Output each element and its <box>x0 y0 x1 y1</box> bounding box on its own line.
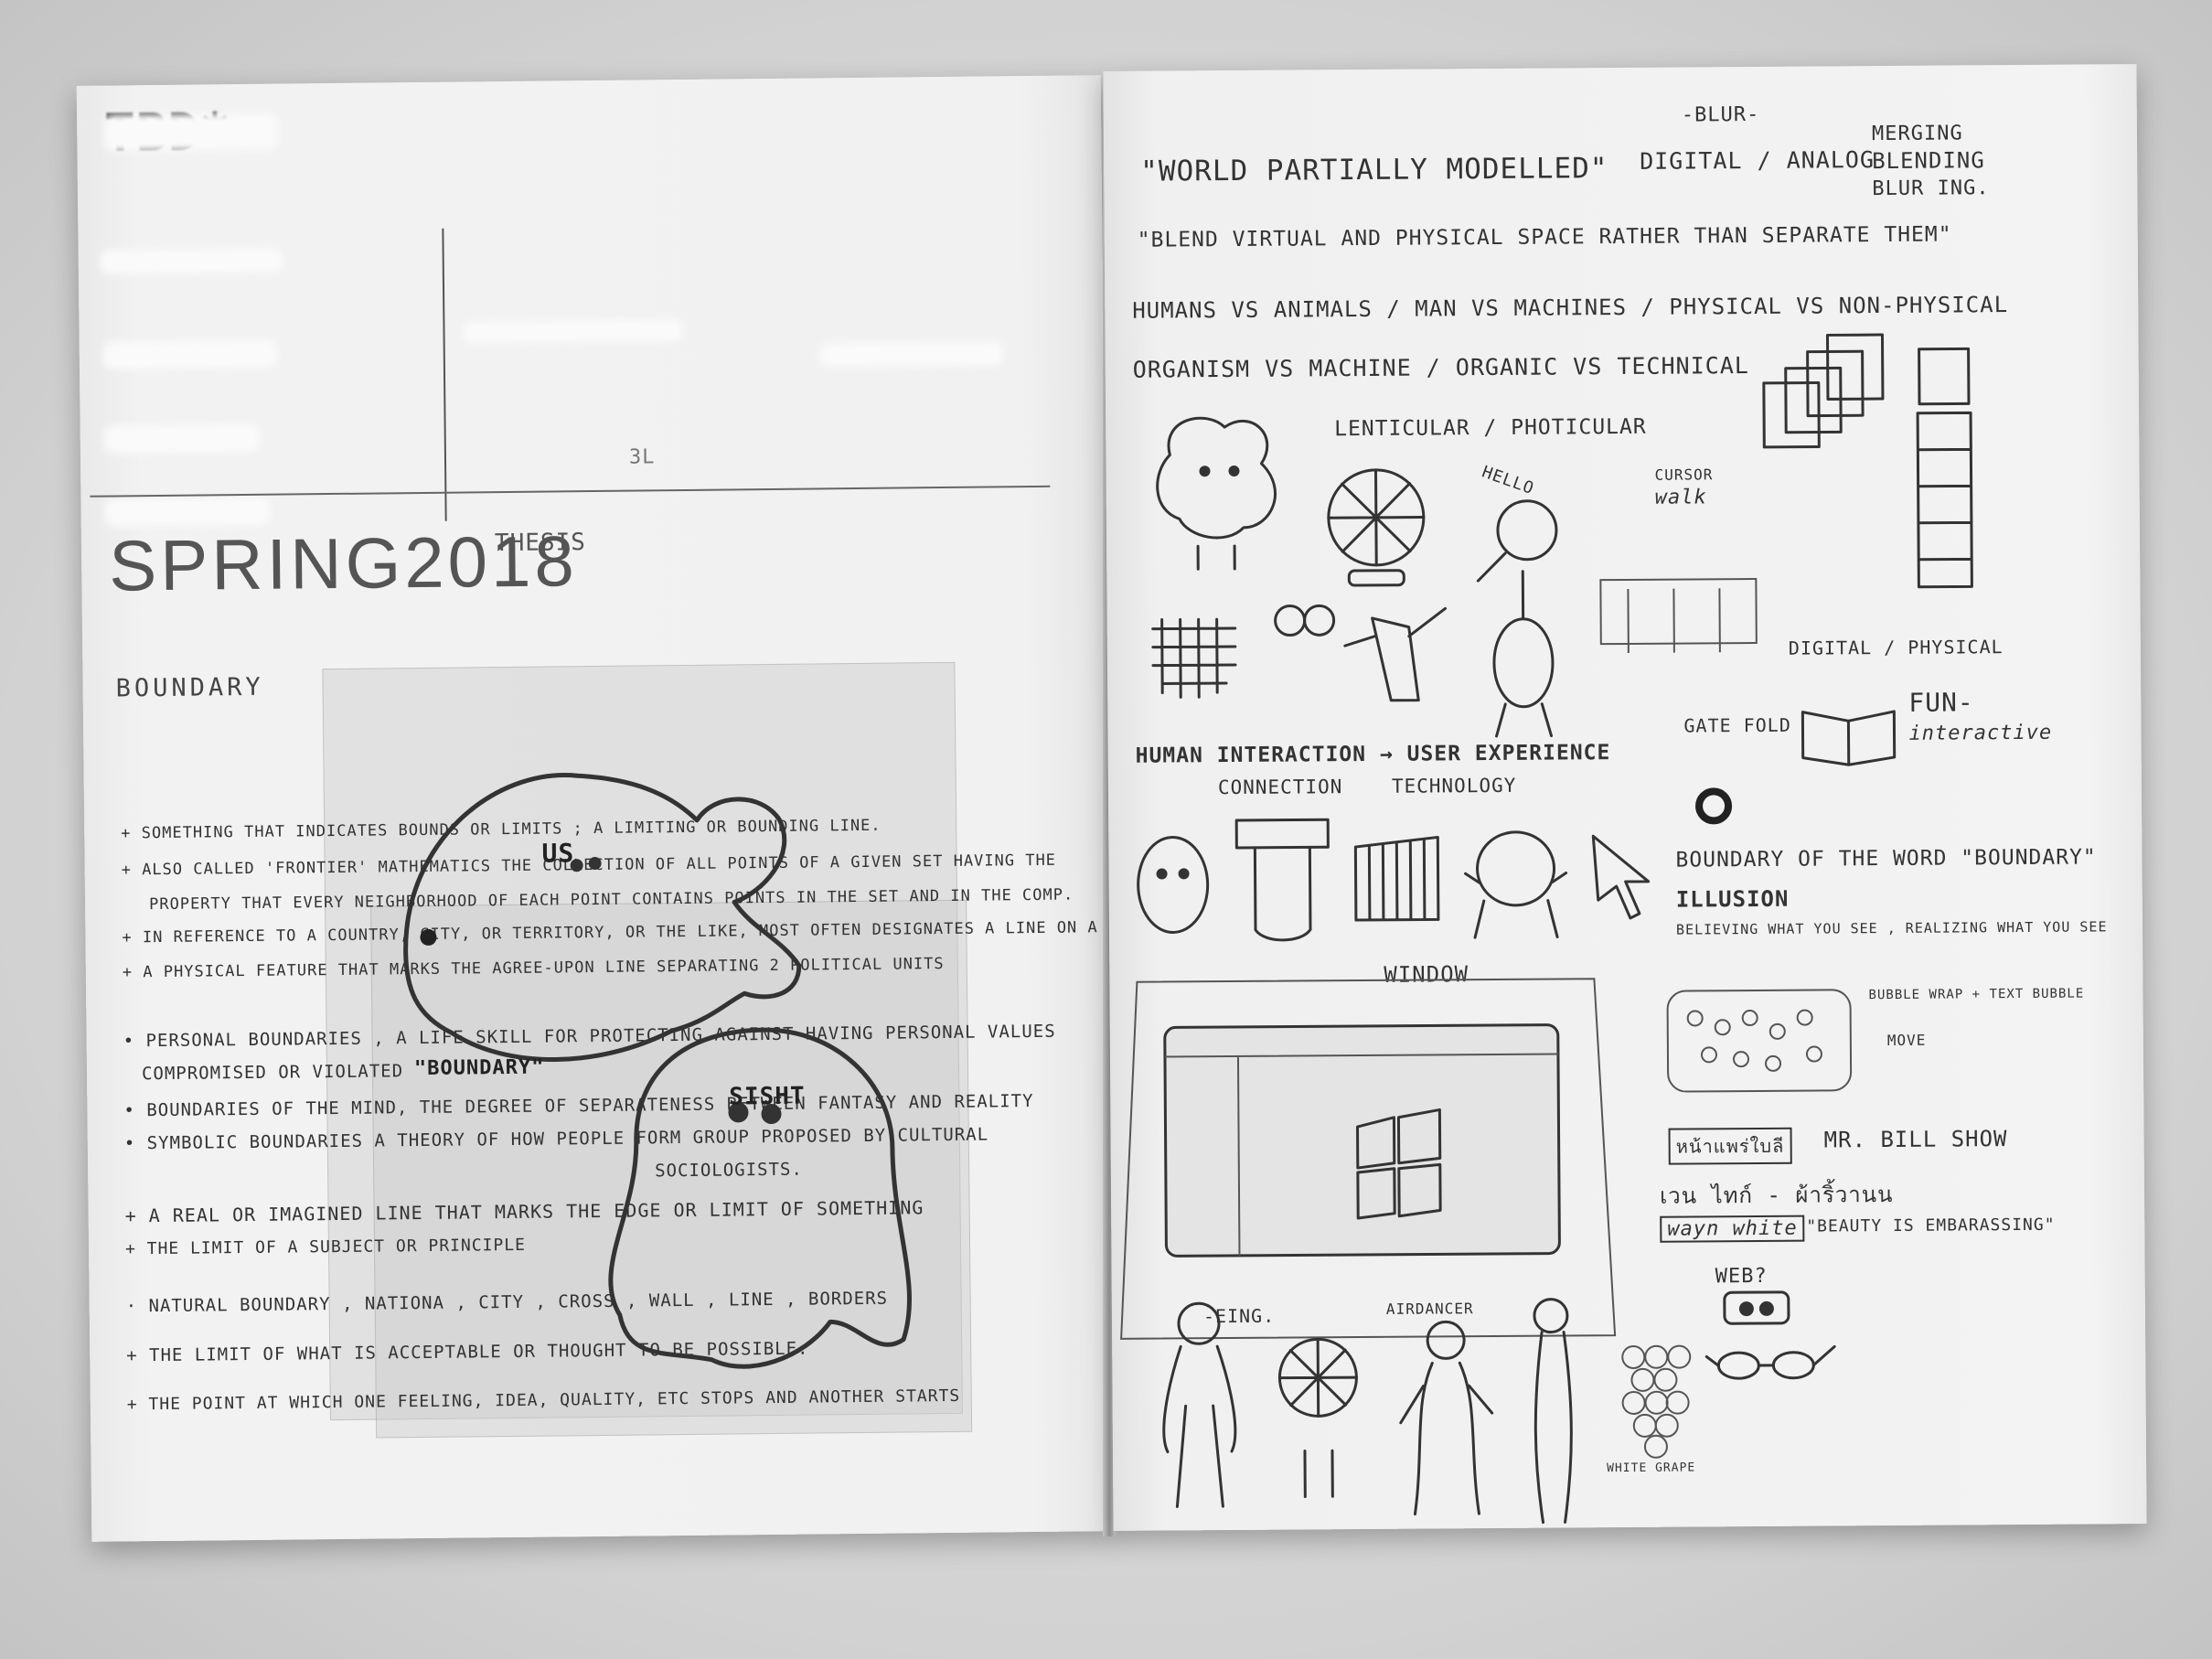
pixel-heart-doodle <box>1151 617 1237 699</box>
believing-line: BELIEVING WHAT YOU SEE , REALIZING WHAT … <box>1675 918 2108 938</box>
airdancer-doodle <box>1399 1320 1494 1516</box>
world-quote: "WORLD PARTIALLY MODELLED" <box>1140 152 1608 188</box>
smiling-blob-doodle <box>1464 830 1568 939</box>
us-label: US <box>541 838 575 869</box>
grape-bunch-doodle <box>1621 1344 1692 1459</box>
fan-doodle <box>1327 468 1426 587</box>
versus-line-2: ORGANISM VS MACHINE / ORGANIC VS TECHNIC… <box>1132 352 1749 383</box>
page-mark: 3L <box>628 445 656 469</box>
header-divider <box>442 228 447 521</box>
versus-line-1: HUMANS VS ANIMALS / MAN VS MACHINES / PH… <box>1132 292 2009 324</box>
whale-cutout-outline <box>403 773 912 1369</box>
redacted-block <box>104 112 279 152</box>
fan-figure-doodle <box>1277 1337 1358 1498</box>
blur-label: -BLUR- <box>1681 102 1760 127</box>
connection-label: CONNECTION <box>1217 776 1343 799</box>
striped-block-doodle <box>1353 835 1440 922</box>
fun-label: FUN- <box>1908 687 1974 718</box>
bean-robot-doodle <box>1492 570 1555 738</box>
redacted-block <box>104 497 270 527</box>
thesis-label: THESIS <box>494 529 587 558</box>
boundary-heading: BOUNDARY <box>115 672 264 703</box>
mirrored-label: SISHT <box>729 1082 806 1111</box>
tall-tower-doodle <box>1916 347 1973 589</box>
window-frame-doodle <box>1120 978 1617 1340</box>
interactive-label: interactive <box>1908 721 2053 745</box>
toaster-doodle <box>1234 818 1330 942</box>
illusion-label: ILLUSION <box>1675 885 1790 913</box>
thai-search-box: หน้าแพร่ใบลี <box>1668 1127 1792 1165</box>
eyes-and-arms-doodle <box>1274 604 1448 702</box>
cursor-arrow-doodle <box>1591 834 1651 920</box>
lenticular-label: LENTICULAR / PHOTICULAR <box>1334 414 1647 442</box>
blurring-word: BLUR ING. <box>1872 177 1990 201</box>
digital-analog: DIGITAL / ANALOG <box>1640 146 1875 175</box>
digital-physical-label: DIGITAL / PHYSICAL <box>1788 636 2004 659</box>
redacted-block <box>819 341 1003 368</box>
gatefold-label: GATE FOLD <box>1683 713 1791 737</box>
mr-bill-label: MR. BILL SHOW <box>1823 1126 2008 1153</box>
redacted-block <box>100 248 283 274</box>
redacted-block <box>102 339 277 369</box>
glasses-doodle <box>1704 1290 1836 1380</box>
boundary-quote-label: "BOUNDARY" <box>413 1055 545 1081</box>
walk-label: walk <box>1654 486 1707 509</box>
blending-word: BLENDING <box>1872 147 1985 175</box>
layered-pages-doodle <box>1762 333 1885 449</box>
tall-figure-doodle <box>1533 1298 1573 1525</box>
beauty-quote: "BEAUTY IS EMBARASSING" <box>1806 1215 2056 1236</box>
bubble-wrap-doodle <box>1666 989 1853 1093</box>
figures-box-doodle <box>1599 577 1758 653</box>
figure-doodle <box>1162 1301 1237 1508</box>
notebook-left-page: TBD* 3L SPRING2018 THESIS BOUNDARY + SOM… <box>76 75 1139 1542</box>
bubble-note: BUBBLE WRAP + TEXT BUBBLE <box>1868 986 2085 1003</box>
cursor-label: CURSOR <box>1654 466 1714 484</box>
ring-doodle <box>1695 787 1733 825</box>
notebook-right-page: -BLUR- "WORLD PARTIALLY MODELLED" DIGITA… <box>1103 64 2147 1531</box>
wayn-white-label: wayn white <box>1660 1215 1805 1243</box>
web-label: WEB? <box>1715 1264 1768 1289</box>
fuzzy-creature-doodle <box>1156 416 1277 571</box>
egg-face-doodle <box>1137 835 1210 934</box>
merging-word: MERGING <box>1871 122 1963 146</box>
blend-quote: "BLEND VIRTUAL AND PHYSICAL SPACE RATHER… <box>1137 222 1952 252</box>
technology-label: TECHNOLOGY <box>1391 774 1517 797</box>
thai-line: เวน ไทก์ - ผ้าริ้วานน <box>1659 1181 1894 1209</box>
redacted-block <box>463 318 683 344</box>
redacted-block <box>103 423 260 454</box>
header-rule <box>90 485 1051 498</box>
move-label: MOVE <box>1886 1031 1927 1050</box>
boundary-of-word: BOUNDARY OF THE WORD "BOUNDARY" <box>1675 845 2097 872</box>
open-book-doodle <box>1801 710 1897 766</box>
human-interaction-label: HUMAN INTERACTION → USER EXPERIENCE <box>1135 741 1611 768</box>
